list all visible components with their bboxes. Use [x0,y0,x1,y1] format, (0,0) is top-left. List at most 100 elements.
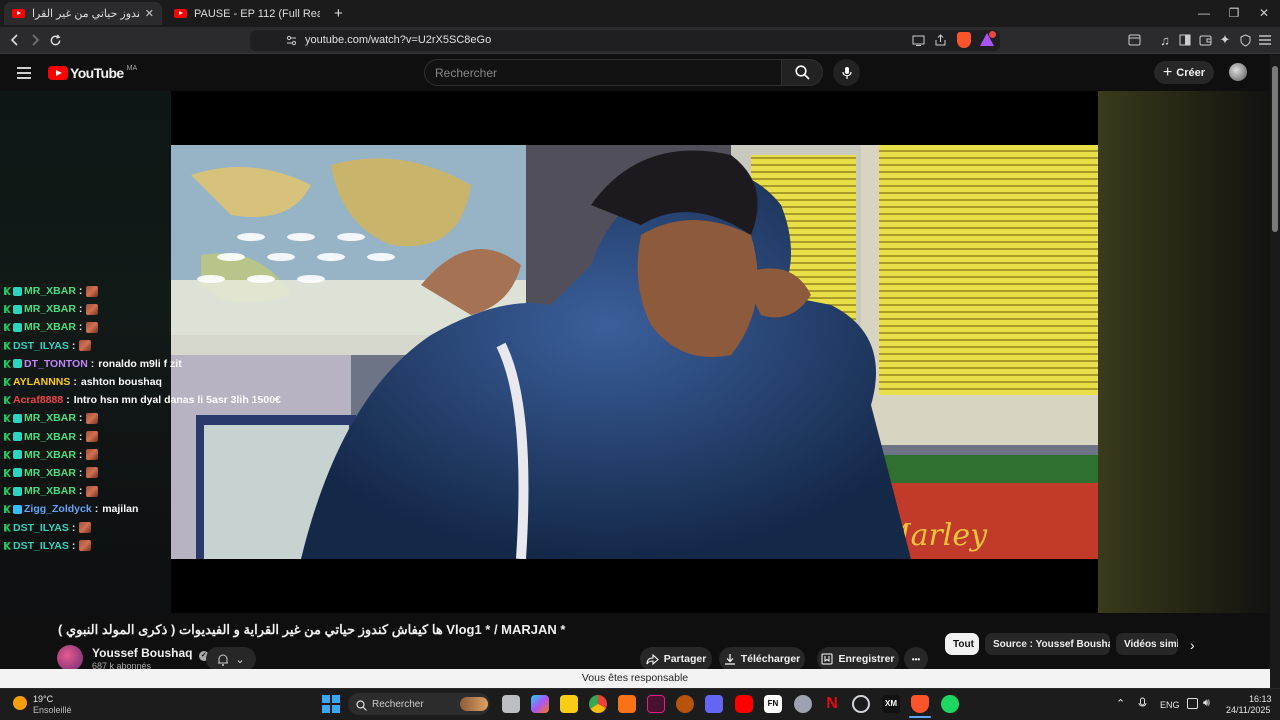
app-grey-icon[interactable] [794,695,812,713]
close-tab-icon[interactable]: ✕ [145,7,154,20]
kick-badge-icon [4,287,11,296]
share-page-icon[interactable] [932,32,948,48]
leo-ai-icon[interactable]: ✦ [1217,32,1233,48]
tray-mic-icon[interactable] [1138,697,1147,715]
wallet-icon[interactable] [1197,32,1213,48]
notifications-button[interactable]: ⌄ [206,647,256,671]
copilot-icon[interactable] [531,695,549,713]
chat-emote-icon [86,485,99,497]
cast-icon[interactable] [910,32,926,48]
channel-avatar[interactable] [57,645,83,671]
clock-time[interactable]: 16:13 [1249,694,1272,704]
weather-desc[interactable]: Ensoleillé [33,705,72,715]
app-shield-icon[interactable] [676,695,694,713]
search-button[interactable] [781,59,823,86]
kick-badge-icon [4,359,11,368]
chat-username: Zigg_Zoldyck [24,503,92,516]
hamburger-menu-icon[interactable] [17,66,31,84]
app-circle-icon[interactable] [852,695,870,713]
weather-sun-icon[interactable] [13,696,27,710]
rewards-badge [989,31,996,38]
chat-message: Acraf8888 : Intro hsn mn dyal danas li 5a… [4,391,281,409]
close-window-button[interactable]: ✕ [1244,4,1280,22]
youtube-logo[interactable]: YouTube MA [48,65,137,81]
create-button[interactable]: + Créer [1154,61,1214,84]
video-frame[interactable]: Bob Marley [171,145,1098,559]
active-app-indicator [909,716,931,718]
more-actions-button[interactable]: ••• [904,647,928,671]
forward-icon[interactable] [27,32,43,48]
brave-taskbar-icon[interactable] [911,695,929,713]
sub-badge-icon [13,322,22,332]
tray-chevron-up-icon[interactable]: ⌃ [1116,697,1125,710]
save-button[interactable]: Enregistrer [817,647,899,671]
media-icon[interactable]: ♫ [1157,32,1173,48]
download-icon [724,654,735,665]
save-label: Enregistrer [838,653,895,665]
download-button[interactable]: Télécharger [719,647,805,671]
chat-separator: : [78,303,83,316]
site-info-icon[interactable] [283,32,299,48]
mic-icon [841,66,852,79]
language-indicator[interactable]: ENG [1160,700,1180,710]
chat-message: MR_XBAR : [4,428,264,446]
chat-username: MR_XBAR [24,485,76,498]
chat-separator: : [78,412,83,425]
xm-icon[interactable]: XM [882,695,900,713]
reload-icon[interactable] [47,32,63,48]
chat-username: MR_XBAR [24,412,76,425]
account-avatar[interactable] [1229,63,1247,81]
video-title: ها كيفاش كندوز حياتي من غير القراية و ال… [58,622,566,637]
chat-message: MR_XBAR : [4,409,264,427]
search-input[interactable]: Rechercher [424,59,782,86]
fn-app-icon[interactable]: FN [764,695,782,713]
windows-start-icon[interactable] [322,695,340,713]
weather-temp[interactable]: 19°C [33,694,53,704]
clock-date[interactable]: 24/11/2025 [1226,705,1270,715]
youtube-app-icon[interactable] [735,695,753,713]
app-orange-icon[interactable] [618,695,636,713]
url-text[interactable]: youtube.com/watch?v=U2rX5SC8eGo [305,34,491,46]
volume-icon[interactable]: 🔊︎ [1203,697,1210,710]
chat-text: ronaldo m9li f zit [98,357,182,370]
chat-message: MR_XBAR : [4,318,264,336]
scrollbar-thumb[interactable] [1272,66,1278,232]
chat-separator: : [90,357,95,370]
vpn-shield-icon[interactable] [1237,32,1253,48]
share-button[interactable]: Partager [640,647,712,671]
youtube-favicon-icon [12,9,25,18]
app-dark-pink-icon[interactable] [647,695,665,713]
spotify-icon[interactable] [941,695,959,713]
channel-name[interactable]: Youssef Boushaq ✓ [92,646,209,661]
new-tab-button[interactable]: + [334,5,343,22]
chat-username: MR_XBAR [24,430,76,443]
chip-similar[interactable]: Vidéos simila [1116,633,1178,655]
kick-badge-icon [4,341,11,350]
chip-source[interactable]: Source : Youssef Boushaq [985,633,1110,655]
chat-overlay: MR_XBAR : MR_XBAR : MR_XBAR : DST_ILYAS : DT… [4,282,281,555]
chat-separator: : [66,394,70,407]
back-icon[interactable] [7,32,23,48]
voice-search-button[interactable] [833,59,860,86]
tab-inactive[interactable]: PAUSE - EP 112 (Full Reaction) | Clash [166,2,328,25]
chat-text: Intro hsn mn dyal danas li 5asr 3lih 150… [73,394,281,407]
chip-all[interactable]: Tout [945,633,979,655]
menu-icon[interactable] [1257,32,1273,48]
chat-text: majilan [102,503,139,516]
file-explorer-icon[interactable] [560,695,578,713]
teams-icon[interactable] [705,695,723,713]
tab-search-icon[interactable] [1126,32,1142,48]
task-view-icon[interactable] [502,695,520,713]
chrome-icon[interactable] [589,695,607,713]
chat-emote-icon [79,340,92,352]
tab-active[interactable]: ها كيفاش كندوز حياتي من غير القرا ✕ [4,2,162,25]
chevron-right-icon[interactable]: › [1190,637,1195,653]
create-label: Créer [1176,66,1206,79]
brave-shields-icon[interactable] [957,32,971,48]
sidebar-icon[interactable] [1177,32,1193,48]
network-icon[interactable] [1187,698,1198,709]
chat-message: Zigg_Zoldyck : majilan [4,500,264,518]
netflix-icon[interactable]: N [823,695,841,713]
search-highlight-icon[interactable] [460,697,488,711]
sub-badge-icon [13,450,22,460]
